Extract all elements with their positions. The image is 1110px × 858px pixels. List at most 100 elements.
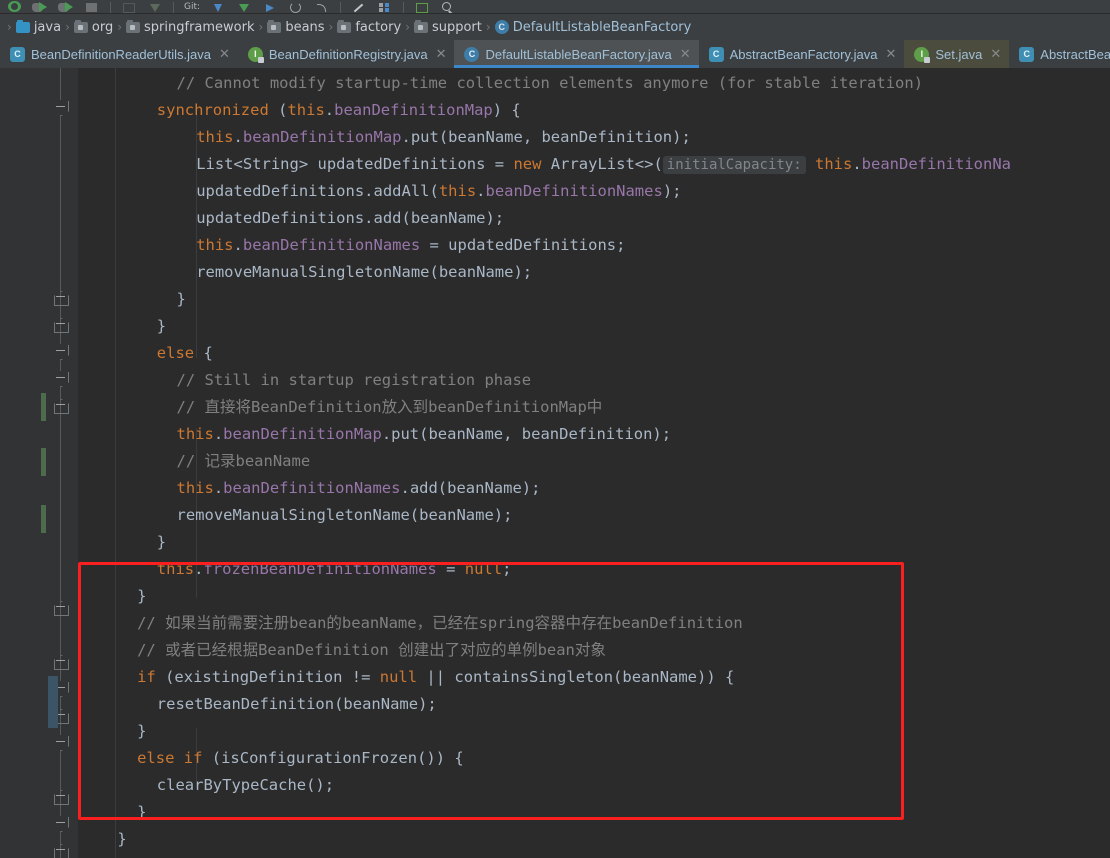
code-token: } (156, 533, 167, 551)
code-line[interactable]: this.beanDefinitionNames = updatedDefini… (196, 232, 625, 259)
code-line[interactable]: this.beanDefinitionNames.add(beanName); (177, 475, 541, 502)
fold-collapse-icon[interactable] (53, 317, 68, 332)
close-icon[interactable]: ✕ (990, 46, 1001, 62)
code-line[interactable]: // 或者已经根据BeanDefinition 创建出了对应的单例bean对象 (137, 637, 606, 664)
build-icon[interactable] (121, 0, 137, 13)
breadcrumb-item-springframework[interactable]: springframework (125, 19, 255, 35)
code-line[interactable]: } (137, 718, 146, 745)
code-folding-gutter[interactable] (46, 68, 78, 858)
revert-icon[interactable] (288, 0, 304, 13)
close-icon[interactable]: ✕ (436, 46, 447, 62)
code-text-area[interactable]: // Cannot modify startup-time collection… (78, 68, 1110, 858)
fold-region-end-icon[interactable] (53, 735, 68, 750)
code-line[interactable]: removeManualSingletonName(beanName); (177, 502, 513, 529)
code-line[interactable]: } (157, 313, 166, 340)
code-line[interactable]: else if (isConfigurationFrozen()) { (137, 745, 464, 772)
settings-gear-icon[interactable] (6, 0, 22, 13)
fold-region-end-icon[interactable] (53, 100, 68, 115)
code-line[interactable]: else { (157, 340, 213, 367)
breadcrumb-item-factory[interactable]: factory (336, 19, 402, 35)
fold-collapse-icon[interactable] (53, 843, 68, 858)
breadcrumb-item-beans[interactable]: beans (266, 19, 325, 35)
code-comment: // 或者已经根据BeanDefinition 创建出了对应的单例bean对象 (137, 641, 606, 659)
fold-marker-body (53, 843, 68, 858)
update-project-icon[interactable] (210, 0, 226, 13)
search-icon[interactable] (440, 0, 456, 13)
code-line[interactable]: } (157, 529, 166, 556)
code-token: .add(beanName); (400, 479, 541, 497)
editor-tab-label: BeanDefinitionReaderUtils.java (31, 46, 211, 62)
vcs-change-marker[interactable] (41, 448, 46, 476)
breadcrumb-item-java[interactable]: java (15, 19, 62, 35)
code-line[interactable]: // Cannot modify startup-time collection… (177, 70, 924, 97)
code-line[interactable]: // 直接将BeanDefinition放入到beanDefinitionMap… (177, 394, 603, 421)
code-line[interactable]: List<String> updatedDefinitions = new Ar… (196, 151, 1011, 178)
close-icon[interactable]: ✕ (680, 46, 691, 62)
code-token: removeManualSingletonName(beanName); (196, 263, 533, 281)
fold-collapse-icon[interactable] (53, 789, 68, 804)
line-number-gutter[interactable] (0, 68, 46, 858)
code-line[interactable]: } (137, 799, 146, 826)
fold-marker-dash (56, 323, 65, 324)
stop-icon[interactable] (84, 0, 100, 13)
fold-marker-dash (56, 377, 65, 378)
commit-icon[interactable] (236, 0, 252, 13)
code-line[interactable]: this.frozenBeanDefinitionNames = null; (157, 556, 512, 583)
code-line[interactable]: } (177, 286, 186, 313)
code-line[interactable]: } (117, 826, 126, 853)
editor-tab-abstractbeanfactory[interactable]: C AbstractBeanFactory.java ✕ (699, 40, 905, 68)
editor-tab-beandefinitionreaderutils[interactable]: C BeanDefinitionReaderUtils.java ✕ (0, 40, 238, 68)
code-line[interactable]: this.beanDefinitionMap.put(beanName, bea… (177, 421, 672, 448)
fold-collapse-icon[interactable] (53, 290, 68, 305)
folder-icon (413, 19, 428, 33)
rollback-icon[interactable] (314, 0, 330, 13)
code-token: beanDefinitionNames (223, 479, 401, 497)
breadcrumb-item-support[interactable]: support (413, 19, 483, 35)
close-icon[interactable]: ✕ (885, 46, 896, 62)
fold-collapse-icon[interactable] (53, 654, 68, 669)
editor-pane[interactable]: // Cannot modify startup-time collection… (0, 68, 1110, 858)
breadcrumb-item-label: factory (355, 19, 402, 35)
main-toolbar: Git: (0, 0, 1110, 14)
close-icon[interactable]: ✕ (219, 46, 230, 62)
fold-region-end-icon[interactable] (53, 371, 68, 386)
run-icon[interactable] (32, 0, 48, 13)
breadcrumb-item-org[interactable]: org (73, 19, 114, 35)
code-line[interactable]: resetBeanDefinition(beanName); (157, 691, 437, 718)
editor-tab-beandefinitionregistry[interactable]: I BeanDefinitionRegistry.java ✕ (238, 40, 455, 68)
fold-region-end-icon[interactable] (53, 816, 68, 831)
structure-icon[interactable] (377, 0, 393, 13)
breadcrumb-separator: › (258, 20, 264, 34)
code-line[interactable]: } (137, 583, 146, 610)
code-line[interactable]: synchronized (this.beanDefinitionMap) { (157, 97, 521, 124)
code-line[interactable]: this.beanDefinitionMap.put(beanName, bea… (196, 124, 691, 151)
code-line[interactable]: if (existingDefinition != null || contai… (137, 664, 734, 691)
fold-region-end-icon[interactable] (53, 344, 68, 359)
editor-tab-set[interactable]: I Set.java ✕ (904, 40, 1010, 68)
code-line[interactable]: // 如果当前需要注册bean的beanName，已经在spring容器中存在b… (137, 610, 743, 637)
code-line[interactable]: // Still in startup registration phase (177, 367, 532, 394)
code-line[interactable]: clearByTypeCache(); (157, 772, 334, 799)
code-token: updatedDefinitions.addAll( (196, 182, 439, 200)
interface-file-icon: I (914, 46, 931, 63)
fold-collapse-icon[interactable] (53, 600, 68, 615)
breadcrumb-item-defaultlistablebeanfactory[interactable]: C DefaultListableBeanFactory (494, 20, 693, 35)
fold-collapse-icon[interactable] (53, 398, 68, 413)
code-line[interactable]: updatedDefinitions.add(beanName); (196, 205, 504, 232)
code-line[interactable]: updatedDefinitions.addAll(this.beanDefin… (196, 178, 681, 205)
code-line[interactable]: // 记录beanName (177, 448, 311, 475)
breadcrumb-separator: › (405, 20, 410, 34)
vcs-change-marker[interactable] (41, 505, 46, 533)
edit-icon[interactable] (351, 0, 367, 13)
code-token: updatedDefinitions.add(beanName); (196, 209, 505, 227)
download-icon[interactable] (147, 0, 163, 13)
open-icon[interactable] (414, 0, 430, 13)
code-line[interactable]: removeManualSingletonName(beanName); (196, 259, 532, 286)
editor-tab-defaultlistablebeanfactory[interactable]: C DefaultListableBeanFactory.java ✕ (454, 40, 699, 68)
code-token: . (852, 155, 862, 173)
editor-tab-abstractbea[interactable]: C AbstractBea (1009, 40, 1110, 68)
push-icon[interactable] (262, 0, 278, 13)
debug-icon[interactable] (58, 0, 74, 13)
vcs-change-marker[interactable] (41, 393, 46, 421)
